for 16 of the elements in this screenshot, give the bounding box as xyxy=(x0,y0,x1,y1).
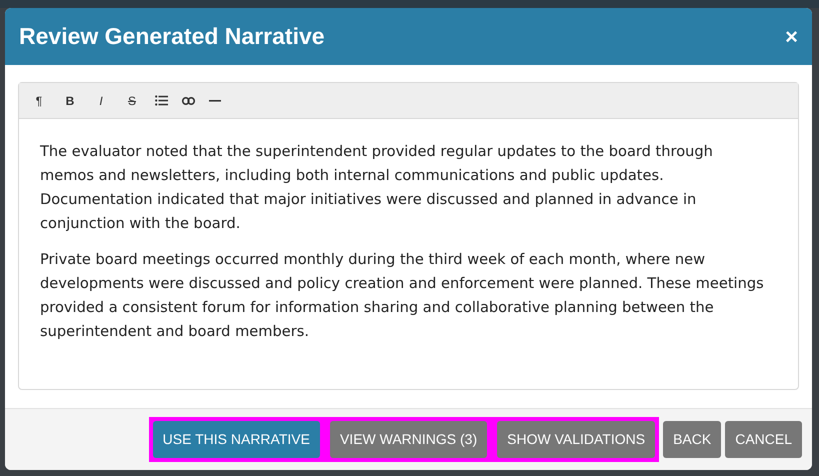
paragraph-button[interactable]: ¶ xyxy=(25,88,53,114)
close-button[interactable]: × xyxy=(785,26,798,48)
cancel-button[interactable]: CANCEL xyxy=(725,421,802,458)
narrative-paragraph: The evaluator noted that the superintendent provided regular updates to the board through memos and newsletters, including both internal communications and public updates. Documentation indicated that major initiatives were discussed and planned in advance in conjunction with the board. xyxy=(40,142,714,234)
bold-button[interactable]: B xyxy=(56,88,84,114)
view-warnings-button[interactable]: VIEW WARNINGS (3) xyxy=(330,421,488,458)
dialog-title: Review Generated Narrative xyxy=(19,22,325,52)
strikethrough-button[interactable]: S xyxy=(118,88,146,114)
back-button[interactable]: BACK xyxy=(663,421,722,458)
show-validations-button[interactable]: SHOW VALIDATIONS xyxy=(497,421,656,458)
use-narrative-button[interactable]: USE THIS NARRATIVE xyxy=(152,421,320,458)
narrative-paragraph: Private board meetings occurred monthly during the third week of each month, where new developments were discussed and policy creation and enforcement were planned. These meetings provided a consistent forum for information sharing and collaborative planning between the superintendent and board members. xyxy=(40,250,765,342)
link-icon xyxy=(182,96,194,104)
horizontal-rule-icon xyxy=(209,100,221,102)
list-icon xyxy=(154,95,168,106)
italic-button[interactable]: I xyxy=(87,88,115,114)
